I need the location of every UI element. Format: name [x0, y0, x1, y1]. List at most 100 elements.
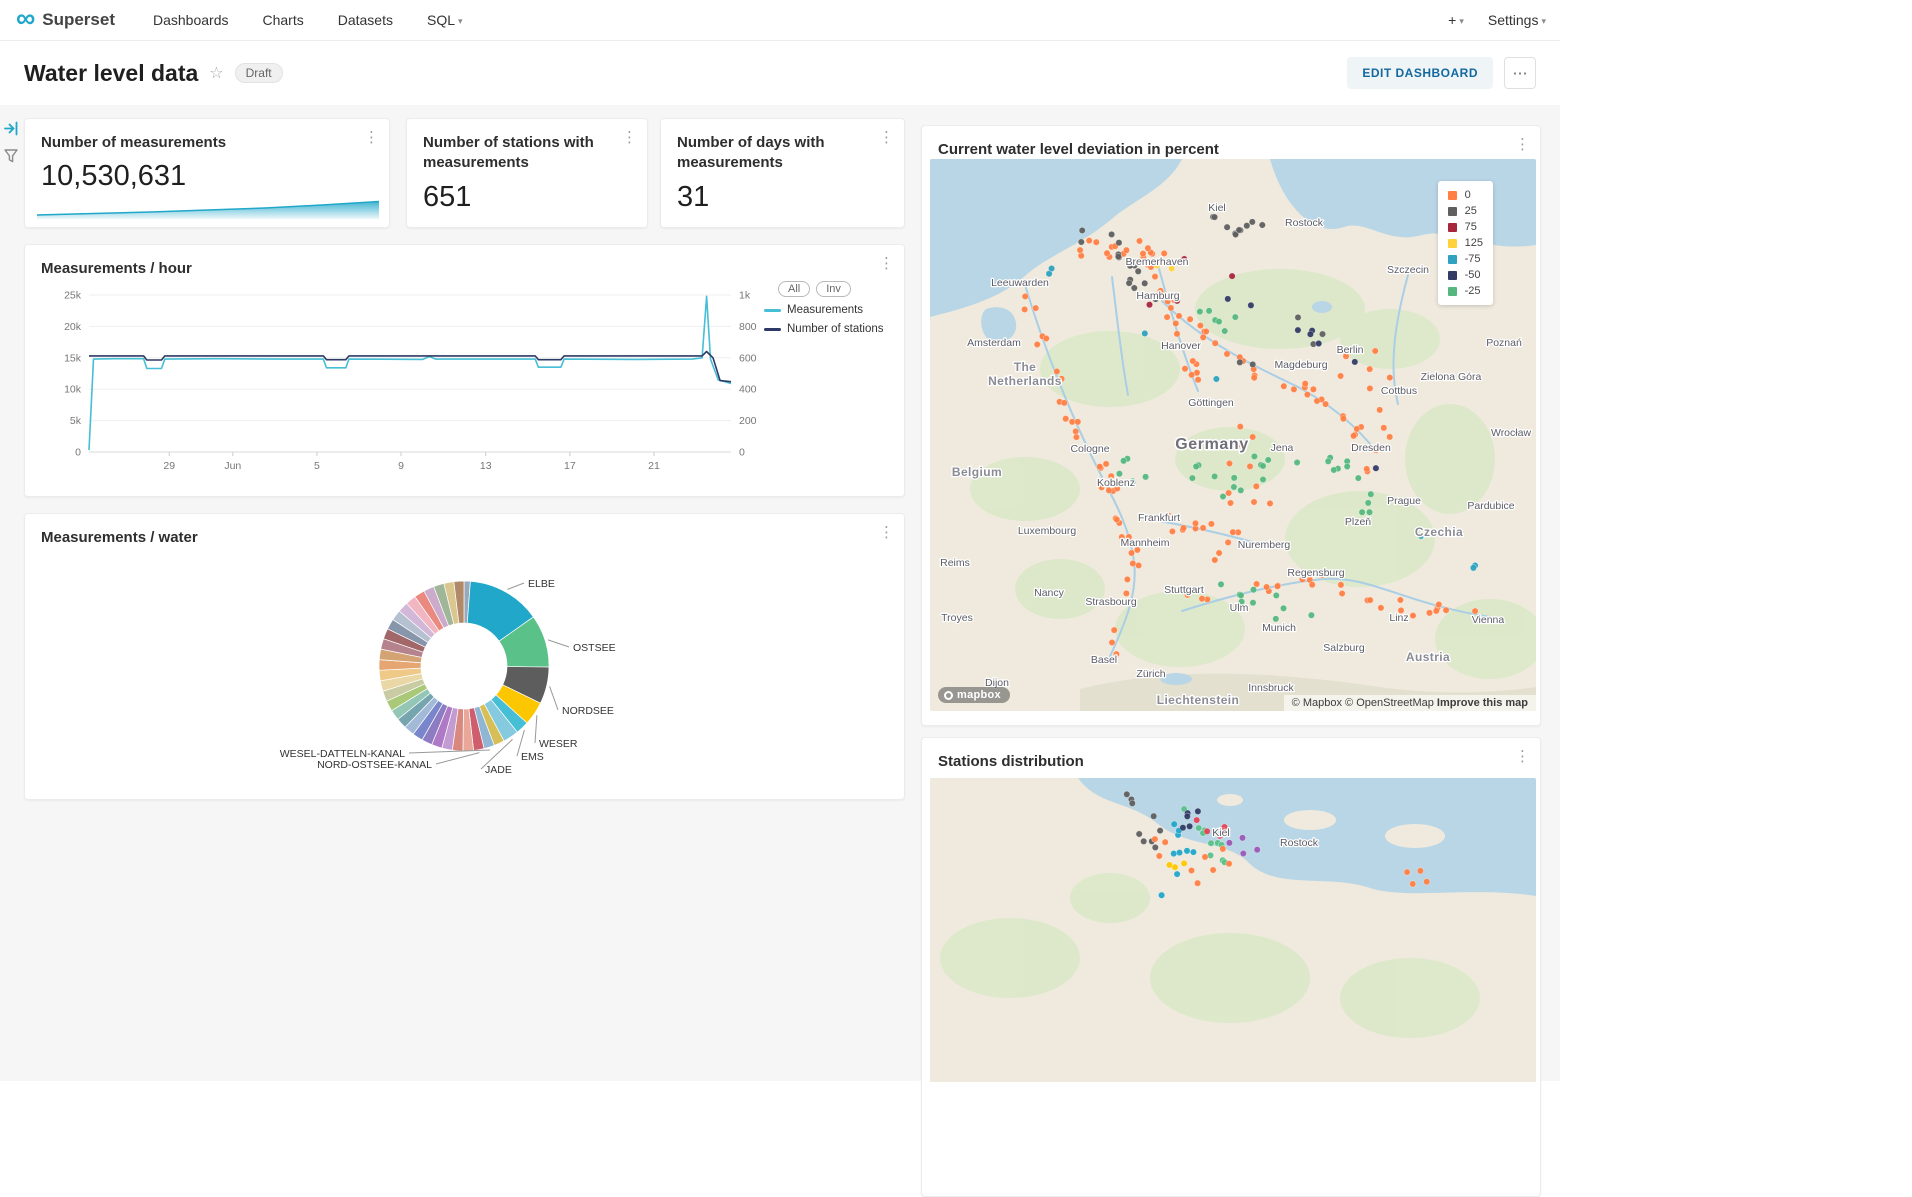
- station-dot: [1194, 880, 1200, 886]
- map-city-label: Cologne: [1070, 443, 1109, 455]
- station-dot: [1302, 381, 1308, 387]
- edit-dashboard-button[interactable]: EDIT DASHBOARD: [1347, 57, 1493, 89]
- legend-label: Number of stations: [787, 323, 884, 335]
- map-city-label: Vienna: [1472, 614, 1505, 626]
- measurements-water-donut-chart[interactable]: ELBEOSTSEENORDSEEWESEREMSJADEWESEL-DATTE…: [41, 561, 890, 789]
- station-dot: [1186, 823, 1192, 829]
- dashboard-more-button[interactable]: ⋯: [1504, 57, 1536, 89]
- legend-label: Measurements: [787, 304, 863, 316]
- map-city-label: Leeuwarden: [991, 277, 1049, 289]
- deviation-map[interactable]: LeeuwardenAmsterdamBremerhavenKielRostoc…: [930, 159, 1536, 711]
- expand-filter-bar-icon[interactable]: [4, 121, 19, 136]
- station-dot: [1224, 224, 1230, 230]
- svg-text:15k: 15k: [64, 352, 82, 364]
- kpi-value: 10,530,631: [25, 153, 389, 193]
- station-dot: [1366, 509, 1372, 515]
- kpi-value: 31: [661, 174, 904, 214]
- station-dot: [1231, 475, 1237, 481]
- stations-map[interactable]: KielRostock: [930, 778, 1536, 1082]
- station-dot: [1224, 351, 1230, 357]
- card-menu-kebab-icon[interactable]: ⋮: [1515, 137, 1530, 152]
- stations-map-canvas[interactable]: KielRostock: [930, 778, 1536, 1082]
- station-dot: [1367, 366, 1373, 372]
- station-dot: [1075, 419, 1081, 425]
- map-city-label: Rostock: [1285, 217, 1324, 229]
- measurements-hour-chart[interactable]: 05k10k15k20k25k02004006008001k29Jun59131…: [33, 285, 773, 470]
- nav-datasets[interactable]: Datasets: [338, 12, 393, 28]
- station-dot: [1410, 881, 1416, 887]
- station-dot: [1250, 587, 1256, 593]
- new-item-button[interactable]: +▾: [1448, 12, 1464, 28]
- settings-menu[interactable]: Settings▾: [1488, 12, 1546, 28]
- favorite-star-icon[interactable]: ☆: [209, 63, 223, 83]
- card-menu-kebab-icon[interactable]: ⋮: [879, 525, 894, 540]
- station-dot: [1197, 308, 1203, 314]
- map-legend-item: -25: [1448, 285, 1483, 297]
- superset-logo[interactable]: ∞ Superset: [16, 8, 115, 32]
- station-dot: [1225, 490, 1231, 496]
- station-dot: [1021, 306, 1027, 312]
- svg-text:1k: 1k: [739, 290, 751, 302]
- station-dot: [1123, 247, 1129, 253]
- station-dot: [1116, 240, 1122, 246]
- svg-text:0: 0: [739, 447, 745, 459]
- card-menu-kebab-icon[interactable]: ⋮: [364, 130, 379, 145]
- nav-charts[interactable]: Charts: [263, 12, 304, 28]
- kpi-card-measurements: Number of measurements ⋮ 10,530,631: [24, 118, 390, 228]
- card-menu-kebab-icon[interactable]: ⋮: [879, 130, 894, 145]
- station-dot: [1443, 607, 1449, 613]
- station-dot: [1061, 400, 1067, 406]
- station-dot: [1249, 219, 1255, 225]
- nav-sql[interactable]: SQL▾: [427, 12, 463, 28]
- map-city-label: Amsterdam: [967, 337, 1021, 349]
- legend-item-number-of-stations[interactable]: Number of stations: [764, 323, 896, 335]
- station-dot: [1397, 597, 1403, 603]
- station-dot: [1291, 386, 1297, 392]
- card-menu-kebab-icon[interactable]: ⋮: [622, 130, 637, 145]
- station-dot: [1103, 461, 1109, 467]
- station-dot: [1152, 273, 1158, 279]
- mapbox-logo[interactable]: mapbox: [938, 687, 1010, 703]
- nav-dashboards[interactable]: Dashboards: [153, 12, 229, 28]
- card-menu-kebab-icon[interactable]: ⋮: [1515, 749, 1530, 764]
- station-dot: [1202, 854, 1208, 860]
- legend-pill-all[interactable]: All: [778, 281, 810, 297]
- mapbox-ring-icon: [944, 691, 953, 700]
- map-city-label: Salzburg: [1323, 642, 1365, 654]
- map-city-label: Dresden: [1351, 442, 1391, 454]
- station-dot: [1180, 825, 1186, 831]
- map-city-label: Cottbus: [1381, 385, 1417, 397]
- station-dot: [1319, 331, 1325, 337]
- station-dot: [1124, 576, 1130, 582]
- deviation-map-legend: 02575125-75-50-25: [1438, 181, 1493, 305]
- legend-pill-inv[interactable]: Inv: [816, 281, 851, 297]
- map-country-label: Liechtenstein: [1157, 693, 1240, 707]
- map-city-label: Basel: [1091, 654, 1117, 666]
- station-dot: [1226, 861, 1232, 867]
- station-dot: [1404, 869, 1410, 875]
- legend-value: 25: [1465, 205, 1477, 217]
- station-dot: [1274, 583, 1280, 589]
- station-dot: [1169, 528, 1175, 534]
- attr-improve-link[interactable]: Improve this map: [1437, 697, 1528, 709]
- attr-osm[interactable]: © OpenStreetMap: [1345, 697, 1434, 709]
- card-menu-kebab-icon[interactable]: ⋮: [879, 256, 894, 271]
- map-city-label: Wrocław: [1491, 427, 1531, 439]
- svg-text:WESER: WESER: [539, 738, 578, 750]
- nav-sql-label: SQL: [427, 12, 455, 28]
- legend-value: 75: [1465, 221, 1477, 233]
- filter-icon[interactable]: [4, 149, 18, 163]
- attr-mapbox[interactable]: © Mapbox: [1292, 697, 1342, 709]
- svg-text:25k: 25k: [64, 290, 82, 302]
- station-dot: [1331, 467, 1337, 473]
- svg-text:NORD-OSTSEE-KANAL: NORD-OSTSEE-KANAL: [317, 759, 432, 771]
- map-city-label: Nuremberg: [1238, 539, 1291, 551]
- station-dot: [1229, 273, 1235, 279]
- legend-item-measurements[interactable]: Measurements: [764, 304, 896, 316]
- station-dot: [1236, 227, 1242, 233]
- map-country-label: The: [1014, 360, 1037, 374]
- svg-text:600: 600: [739, 352, 757, 364]
- station-dot: [1174, 331, 1180, 337]
- station-dot: [1254, 847, 1260, 853]
- kpi-sparkline[interactable]: [37, 195, 379, 219]
